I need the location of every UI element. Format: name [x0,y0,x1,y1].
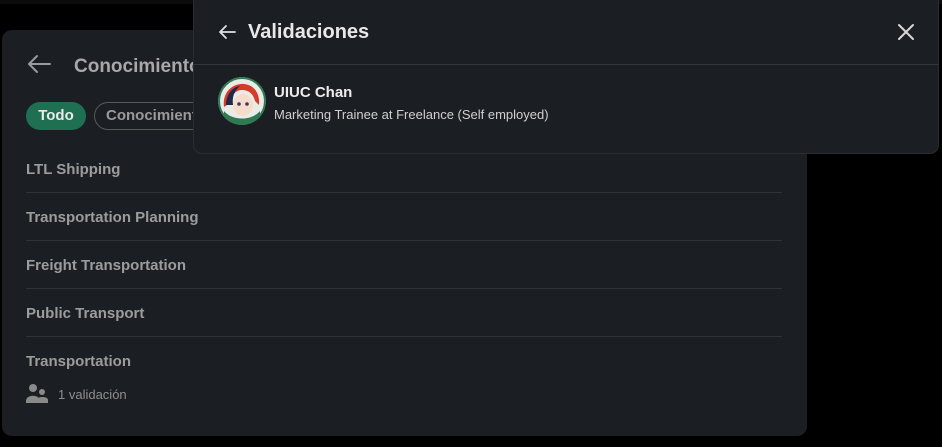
skill-row: Transportation Planning [26,193,782,241]
endorser-name[interactable]: UIUC Chan [274,84,352,101]
skill-row: Public Transport [26,289,782,337]
endorsement-text: 1 validación [58,386,127,402]
people-icon [26,384,48,403]
filter-pill-todo[interactable]: Todo [26,102,86,130]
skill-name[interactable]: Transportation [26,353,131,370]
endorsements-modal: Validaciones UIUC Chan Marketing Trainee… [194,0,938,153]
endorsement-count[interactable]: 1 validación [26,383,127,405]
endorser-headline: Marketing Trainee at Freelance (Self emp… [274,107,549,122]
endorser-item[interactable]: UIUC Chan Marketing Trainee at Freelance… [218,77,908,127]
modal-back-arrow-icon[interactable] [218,24,236,40]
panel-title: Conocimientos [74,56,212,77]
back-arrow-icon[interactable] [26,52,52,76]
skill-name[interactable]: Public Transport [26,305,144,322]
skill-row: Freight Transportation [26,241,782,289]
close-icon[interactable] [896,22,916,42]
skills-list: LTL Shipping Transportation Planning Fre… [26,145,782,384]
skill-row: Transportation [26,337,782,384]
skill-name[interactable]: Transportation Planning [26,209,199,226]
modal-title: Validaciones [248,21,370,43]
anime-avatar-icon[interactable] [218,77,266,125]
skill-name[interactable]: Freight Transportation [26,257,186,274]
modal-header: Validaciones [194,0,938,65]
skill-name[interactable]: LTL Shipping [26,161,120,178]
